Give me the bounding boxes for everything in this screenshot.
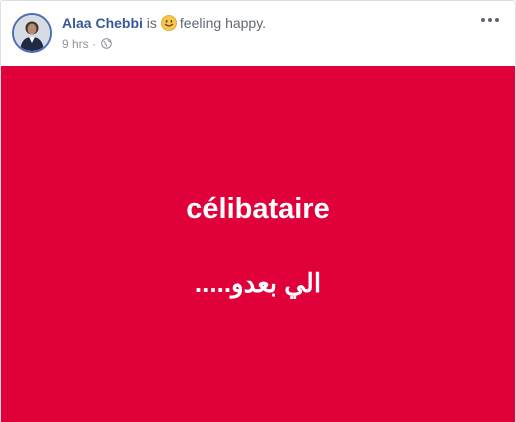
feeling-text[interactable]: feeling happy. — [180, 15, 266, 31]
post-title: Alaa Chebbi is feeling happy. — [62, 14, 266, 32]
options-dot — [481, 18, 485, 22]
post-header: Alaa Chebbi is feeling happy. 9 hrs · — [1, 1, 515, 66]
options-dot — [488, 18, 492, 22]
meta-separator: · — [92, 37, 97, 51]
post-meta: 9 hrs · — [62, 36, 113, 52]
status-verb: is — [146, 15, 157, 31]
smiley-emoji-icon — [161, 15, 177, 31]
globe-icon[interactable] — [101, 38, 113, 49]
more-options-icon[interactable] — [481, 13, 501, 27]
post-timestamp[interactable]: 9 hrs — [62, 37, 89, 51]
status-background-canvas[interactable]: célibataire الي بعدو..... — [1, 66, 515, 422]
author-name[interactable]: Alaa Chebbi — [62, 15, 143, 31]
status-text-line-2: الي بعدو..... — [194, 268, 322, 298]
feed-post: Alaa Chebbi is feeling happy. 9 hrs · cél… — [0, 0, 516, 422]
status-text-line-1: célibataire — [186, 193, 330, 225]
profile-photo — [14, 15, 50, 51]
options-dot — [495, 18, 499, 22]
avatar[interactable] — [12, 13, 52, 53]
